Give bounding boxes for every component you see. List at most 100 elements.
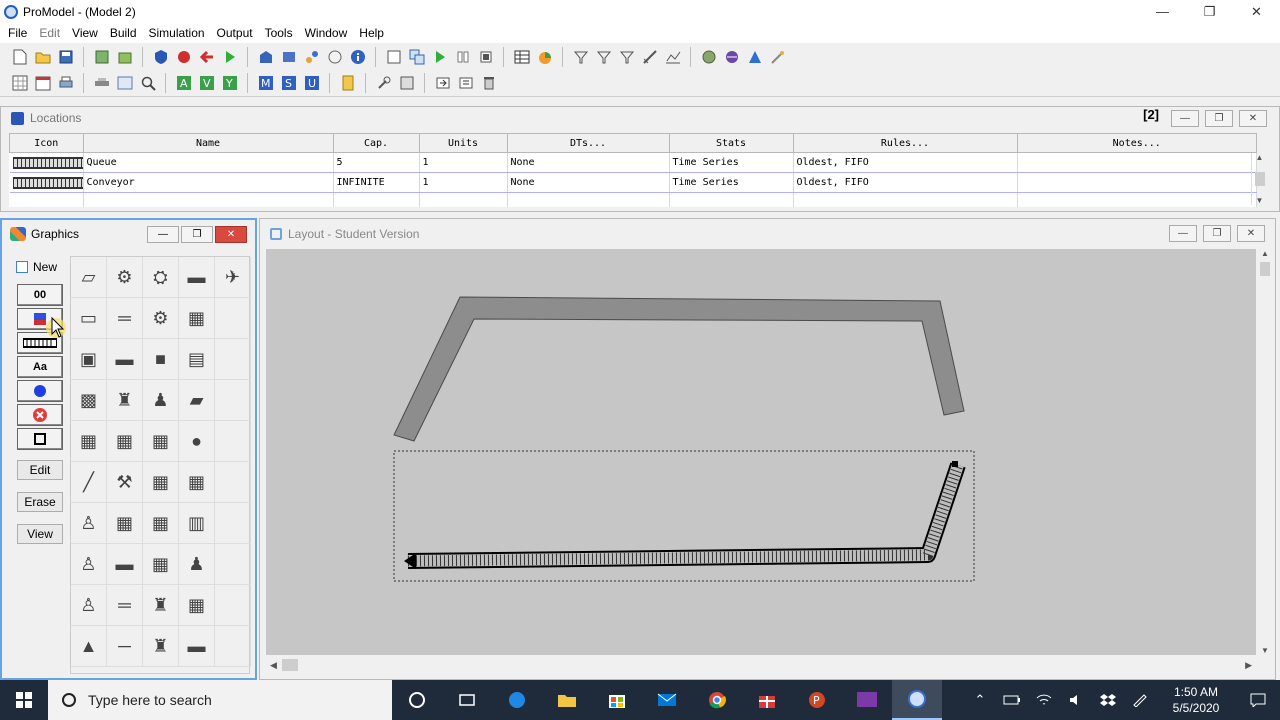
volume-icon[interactable] bbox=[1060, 693, 1092, 707]
col-units[interactable]: Units bbox=[418, 133, 508, 153]
library-graphic-icon[interactable]: ▰ bbox=[179, 380, 215, 421]
library-graphic-icon[interactable]: ♜ bbox=[143, 585, 179, 626]
library-graphic-icon[interactable]: ▦ bbox=[107, 421, 143, 462]
layout-close-button[interactable]: ✕ bbox=[1237, 225, 1265, 242]
library-graphic-icon[interactable]: ▣ bbox=[71, 339, 107, 380]
model-package-icon[interactable] bbox=[115, 47, 135, 67]
layout-settings-icon[interactable] bbox=[92, 73, 112, 93]
text-tool-button[interactable]: Aa bbox=[17, 356, 63, 378]
checkbox-box[interactable] bbox=[16, 261, 28, 273]
show-hidden-icons-icon[interactable]: ⌃ bbox=[964, 692, 996, 708]
close-button[interactable]: ✕ bbox=[1233, 0, 1280, 23]
taskbar-clock[interactable]: 1:50 AM 5/5/2020 bbox=[1156, 684, 1236, 716]
locations-minimize-button[interactable]: — bbox=[1171, 110, 1199, 127]
library-graphic-icon[interactable]: ▥ bbox=[179, 503, 215, 544]
library-graphic-icon[interactable]: ▦ bbox=[71, 421, 107, 462]
col-rules[interactable]: Rules... bbox=[792, 133, 1018, 153]
background-graphics-icon[interactable] bbox=[115, 73, 135, 93]
library-graphic-icon[interactable]: ▦ bbox=[179, 585, 215, 626]
play-arrow-icon[interactable] bbox=[220, 47, 240, 67]
scroll-thumb[interactable] bbox=[1254, 172, 1265, 186]
scroll-up-icon[interactable]: ▲ bbox=[1261, 249, 1269, 258]
graphics-minimize-button[interactable]: — bbox=[147, 226, 179, 243]
path-networks-icon[interactable] bbox=[302, 47, 322, 67]
menu-window[interactable]: Window bbox=[299, 26, 354, 40]
menu-view[interactable]: View bbox=[66, 26, 104, 40]
variable-icon[interactable] bbox=[338, 73, 358, 93]
pen-icon[interactable] bbox=[1124, 693, 1156, 707]
erase-button[interactable]: Erase bbox=[17, 492, 63, 512]
location-stats[interactable]: Time Series bbox=[669, 152, 794, 173]
calendar-icon[interactable] bbox=[33, 73, 53, 93]
conveyor-location-graphic[interactable] bbox=[404, 461, 966, 569]
library-graphic-icon[interactable]: ▭ bbox=[71, 298, 107, 339]
layout-restore-button[interactable]: ❐ bbox=[1203, 225, 1231, 242]
library-graphic-icon[interactable]: ▬ bbox=[107, 339, 143, 380]
location-dts[interactable]: None bbox=[507, 152, 670, 173]
mail-icon[interactable] bbox=[642, 680, 692, 720]
library-graphic-icon[interactable]: ▦ bbox=[143, 421, 179, 462]
edge-browser-icon[interactable] bbox=[492, 680, 542, 720]
library-graphic-icon[interactable]: ■ bbox=[143, 339, 179, 380]
edit-button[interactable]: Edit bbox=[17, 460, 63, 480]
back-arrow-icon[interactable] bbox=[197, 47, 217, 67]
queue-location-graphic[interactable] bbox=[393, 296, 965, 442]
wand-icon[interactable] bbox=[768, 47, 788, 67]
spin-globe-icon[interactable] bbox=[722, 47, 742, 67]
save-icon[interactable] bbox=[56, 47, 76, 67]
library-graphic-icon[interactable]: ♟ bbox=[179, 544, 215, 585]
location-rules[interactable]: Oldest, FIFO bbox=[793, 152, 1018, 173]
scroll-left-icon[interactable]: ◀ bbox=[270, 660, 277, 671]
table-view-icon[interactable] bbox=[512, 47, 532, 67]
filter-three-icon[interactable] bbox=[617, 47, 637, 67]
library-graphic-icon[interactable]: ✈ bbox=[215, 257, 251, 298]
promodel-taskbar-icon[interactable] bbox=[892, 680, 942, 720]
cortana-icon[interactable] bbox=[392, 680, 442, 720]
library-graphic-icon[interactable]: ▲ bbox=[71, 626, 107, 667]
graphics-restore-button[interactable]: ❐ bbox=[181, 226, 213, 243]
library-graphic-icon[interactable]: ▦ bbox=[179, 298, 215, 339]
location-rules[interactable]: Oldest, FIFO bbox=[793, 172, 1018, 193]
microsoft-store-icon[interactable] bbox=[592, 680, 642, 720]
library-graphic-icon[interactable]: ▦ bbox=[143, 544, 179, 585]
triangle-icon[interactable] bbox=[745, 47, 765, 67]
entities-icon[interactable] bbox=[279, 47, 299, 67]
menu-build[interactable]: Build bbox=[104, 26, 143, 40]
menu-help[interactable]: Help bbox=[353, 26, 390, 40]
location-notes[interactable] bbox=[1017, 172, 1257, 193]
library-graphic-icon[interactable]: ═ bbox=[107, 585, 143, 626]
library-graphic-icon[interactable]: ▦ bbox=[179, 462, 215, 503]
location-units[interactable]: 1 bbox=[419, 172, 508, 193]
dropbox-icon[interactable] bbox=[1092, 693, 1124, 707]
library-graphic-icon[interactable]: ▬ bbox=[107, 544, 143, 585]
pause-icon[interactable] bbox=[453, 47, 473, 67]
sub-tools-icon[interactable] bbox=[397, 73, 417, 93]
col-stats[interactable]: Stats bbox=[668, 133, 794, 153]
new-graphic-checkbox[interactable]: New bbox=[16, 260, 57, 274]
location-dts[interactable]: None bbox=[507, 172, 670, 193]
library-graphic-icon[interactable]: ▱ bbox=[71, 257, 107, 298]
col-icon[interactable]: Icon bbox=[9, 133, 84, 153]
library-graphic-icon[interactable]: ⚙ bbox=[107, 257, 143, 298]
location-name[interactable]: Queue bbox=[83, 152, 334, 173]
layout-horizontal-scrollbar[interactable]: ◀ ▶ bbox=[266, 657, 1256, 673]
print-icon[interactable] bbox=[56, 73, 76, 93]
entity-spot-tool-button[interactable] bbox=[17, 404, 63, 426]
import-icon[interactable] bbox=[433, 73, 453, 93]
wifi-icon[interactable] bbox=[1028, 693, 1060, 707]
taskbar-search-box[interactable]: Type here to search bbox=[48, 680, 392, 720]
status-light-tool-button[interactable] bbox=[17, 380, 63, 402]
menu-output[interactable]: Output bbox=[211, 26, 259, 40]
scroll-up-icon[interactable]: ▲ bbox=[1256, 153, 1264, 162]
library-graphic-icon[interactable]: ▩ bbox=[71, 380, 107, 421]
graphics-close-button[interactable]: ✕ bbox=[215, 226, 247, 243]
location-name[interactable]: Conveyor bbox=[83, 172, 334, 193]
library-graphic-icon[interactable]: ─ bbox=[107, 626, 143, 667]
library-graphic-icon[interactable]: ♜ bbox=[143, 626, 179, 667]
resources-icon[interactable] bbox=[325, 47, 345, 67]
scroll-right-icon[interactable]: ▶ bbox=[1245, 660, 1252, 671]
chrome-icon[interactable] bbox=[692, 680, 742, 720]
task-view-icon[interactable] bbox=[442, 680, 492, 720]
merge-model-icon[interactable] bbox=[92, 47, 112, 67]
library-graphic-icon[interactable]: ♜ bbox=[107, 380, 143, 421]
